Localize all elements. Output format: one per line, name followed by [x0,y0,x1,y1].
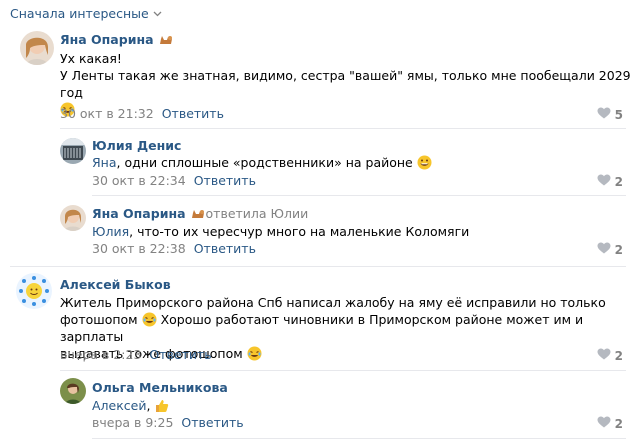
reply-button[interactable]: Ответить [194,241,256,256]
reply-button[interactable]: Ответить [194,173,256,188]
comment-time[interactable]: 30 окт в 22:34 [92,173,186,188]
reply-button[interactable]: Ответить [181,415,243,430]
author-name[interactable]: Алексей Быков [60,277,171,292]
comment-text-line: Ух какая! [60,51,122,66]
sort-dropdown[interactable]: Сначала интересные [10,6,162,21]
laughing-emoji-icon [142,312,157,327]
like-count: 2 [614,416,623,431]
avatar[interactable] [60,138,86,164]
grinning-emoji-icon [417,155,432,170]
comment-text: , [146,398,151,413]
divider [92,438,626,439]
heart-icon [597,107,611,122]
sort-label: Сначала интересные [10,6,149,21]
comment-text: , одни сплошные «родственники» на районе [116,155,413,170]
avatar[interactable] [60,378,86,404]
comment-time[interactable]: вчера в 2:23 [60,347,141,362]
cat-icon [158,33,174,46]
like-count: 2 [614,242,623,257]
heart-icon [597,348,611,363]
like-count: 5 [614,107,623,122]
like-button[interactable]: 2 [597,174,623,189]
comment-text: , что-то их чересчур много на маленькие … [129,224,470,239]
mention-link[interactable]: Алексей [92,398,146,413]
mention-link[interactable]: Юлия [92,224,129,239]
author-name[interactable]: Яна Опарина [92,206,186,221]
divider [60,370,626,371]
author-name[interactable]: Яна Опарина [60,32,154,47]
divider [60,128,626,129]
like-count: 2 [614,174,623,189]
comment-time[interactable]: 30 окт в 21:32 [60,106,154,121]
reply-to-label[interactable]: ответила Юлии [206,206,309,221]
comment-text: Хорошо работают чиновники в Приморском р… [60,312,584,344]
author-name[interactable]: Юлия Денис [92,138,181,153]
comment-time[interactable]: 30 окт в 22:38 [92,241,186,256]
comment-time[interactable]: вчера в 9:25 [92,415,173,430]
comment-text: фотошопом [60,312,138,327]
divider [10,266,626,267]
chevron-down-icon [153,9,162,20]
laughing-emoji-icon [247,346,262,361]
avatar[interactable] [16,273,52,309]
thumbs-up-emoji-icon [154,398,169,413]
reply-button[interactable]: Ответить [162,106,224,121]
comment-text-line: Житель Приморского района Спб написал жа… [60,295,606,310]
avatar[interactable] [60,205,86,231]
cat-icon [190,207,206,220]
like-button[interactable]: 2 [597,242,623,257]
author-name[interactable]: Ольга Мельникова [92,380,228,395]
avatar[interactable] [20,31,54,65]
divider [92,195,626,196]
comment-text-line: У Ленты такая же знатная, видимо, сестра… [60,68,631,100]
like-button[interactable]: 5 [597,107,623,122]
reply-button[interactable]: Ответить [149,347,211,362]
like-count: 2 [614,348,623,363]
heart-icon [597,416,611,431]
heart-icon [597,242,611,257]
like-button[interactable]: 2 [597,348,623,363]
mention-link[interactable]: Яна [92,155,117,170]
heart-icon [597,174,611,189]
like-button[interactable]: 2 [597,416,623,431]
